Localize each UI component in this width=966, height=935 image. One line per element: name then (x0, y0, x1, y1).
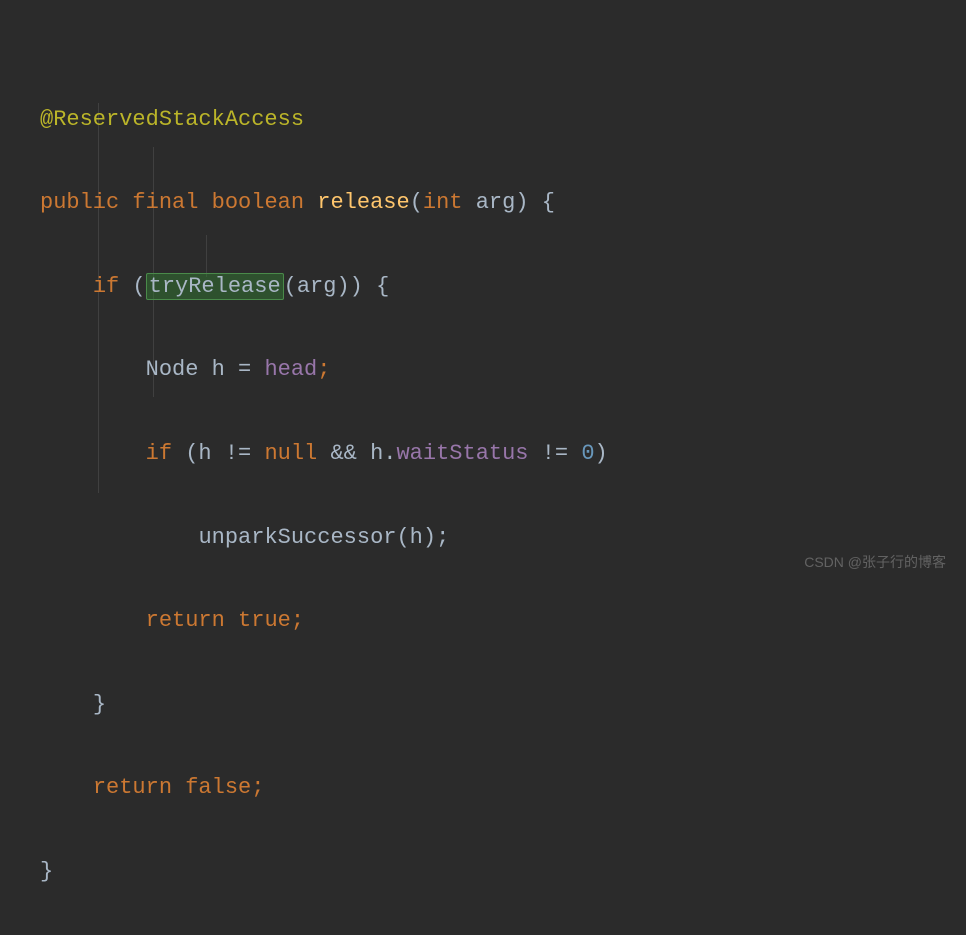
code-line: if (h != null && h.waitStatus != 0) (40, 433, 926, 475)
paren-close: ) (515, 190, 528, 215)
paren-open: ( (410, 190, 423, 215)
brace: { (529, 190, 555, 215)
keyword-boolean: boolean (212, 190, 304, 215)
param-name: arg (476, 190, 516, 215)
semicolon: ; (317, 357, 330, 382)
code-line: unparkSuccessor(h); (40, 517, 926, 559)
keyword-null: null (264, 441, 317, 466)
watermark-text: CSDN @张子行的博客 (804, 549, 946, 576)
code-line: public final boolean release(int arg) { (40, 182, 926, 224)
code-line: return false; (40, 767, 926, 809)
highlighted-call: tryRelease (146, 273, 284, 300)
keyword-if: if (93, 274, 119, 299)
semicolon: ; (291, 608, 304, 633)
semicolon: ; (251, 775, 264, 800)
var-h: h (212, 357, 225, 382)
code-line: @ReservedStackAccess (40, 99, 926, 141)
keyword-if: if (146, 441, 172, 466)
assign-op: = (225, 357, 265, 382)
code-block: @ReservedStackAccess public final boolea… (40, 15, 926, 935)
brace-close: } (40, 859, 53, 884)
method-name: release (317, 190, 409, 215)
annotation: @ReservedStackAccess (40, 107, 304, 132)
field-head: head (264, 357, 317, 382)
call-args: (arg)) { (284, 274, 390, 299)
keyword-return: return (146, 608, 225, 633)
keyword-int: int (423, 190, 463, 215)
keyword-return: return (93, 775, 172, 800)
code-line: if (tryRelease(arg)) { (40, 266, 926, 308)
field-waitstatus: waitStatus (396, 441, 528, 466)
code-line: } (40, 851, 926, 893)
keyword-public: public (40, 190, 119, 215)
code-line: } (40, 684, 926, 726)
cond-neq: != (529, 441, 582, 466)
type-node: Node (146, 357, 199, 382)
keyword-final: final (132, 190, 198, 215)
paren: ( (119, 274, 145, 299)
unpark-call: unparkSuccessor(h); (198, 525, 449, 550)
cond-close: ) (595, 441, 608, 466)
brace-close: } (93, 692, 106, 717)
code-line: return true; (40, 600, 926, 642)
cond-open: (h != (172, 441, 264, 466)
keyword-false: false (185, 775, 251, 800)
number-zero: 0 (581, 441, 594, 466)
cond-and: && h. (317, 441, 396, 466)
keyword-true: true (238, 608, 291, 633)
code-line: Node h = head; (40, 349, 926, 391)
